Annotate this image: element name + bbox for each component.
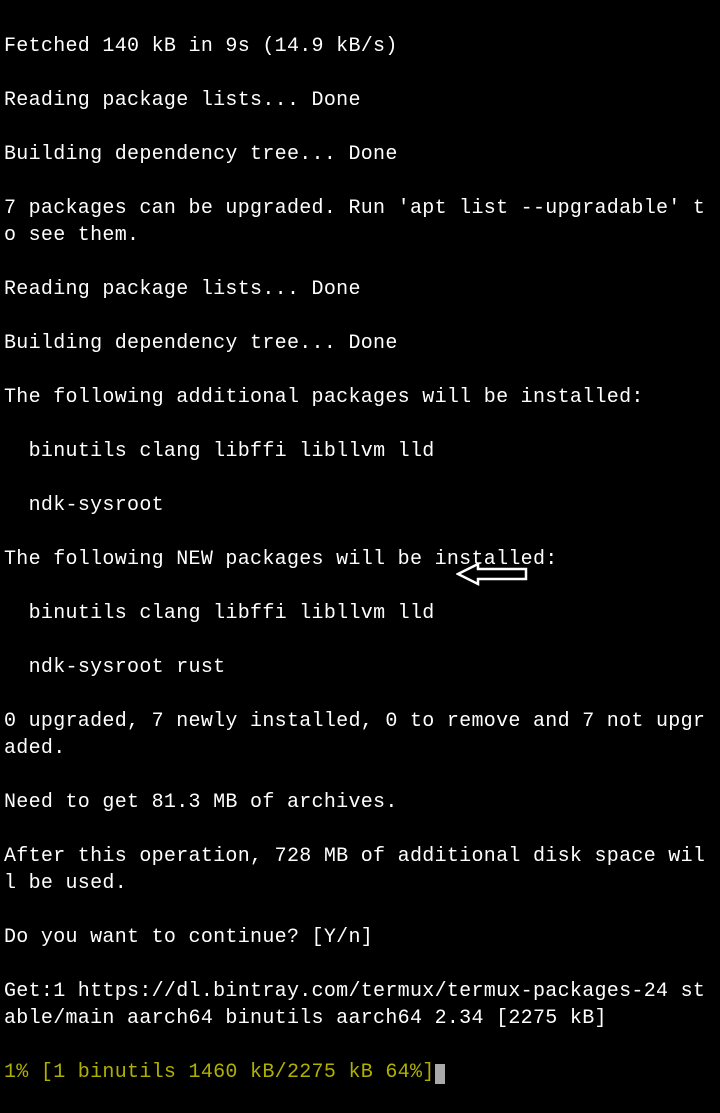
download-get-line: Get:1 https://dl.bintray.com/termux/term… — [4, 978, 716, 1032]
reading-lists-line-2: Reading package lists... Done — [4, 276, 716, 303]
new-packages-header: The following NEW packages will be insta… — [4, 546, 716, 573]
continue-prompt[interactable]: Do you want to continue? [Y/n] — [4, 924, 716, 951]
building-tree-line-2: Building dependency tree... Done — [4, 330, 716, 357]
additional-packages-list-2: ndk-sysroot — [4, 492, 716, 519]
new-packages-list-1: binutils clang libffi libllvm lld — [4, 600, 716, 627]
progress-text: 1% [1 binutils 1460 kB/2275 kB 64%] — [4, 1061, 435, 1084]
terminal-cursor — [435, 1064, 445, 1084]
fetch-status-line: Fetched 140 kB in 9s (14.9 kB/s) — [4, 33, 716, 60]
disk-space-line: After this operation, 728 MB of addition… — [4, 843, 716, 897]
additional-packages-header: The following additional packages will b… — [4, 384, 716, 411]
upgradable-info-line: 7 packages can be upgraded. Run 'apt lis… — [4, 195, 716, 249]
reading-lists-line: Reading package lists... Done — [4, 87, 716, 114]
additional-packages-list-1: binutils clang libffi libllvm lld — [4, 438, 716, 465]
upgrade-summary-line: 0 upgraded, 7 newly installed, 0 to remo… — [4, 708, 716, 762]
progress-line: 1% [1 binutils 1460 kB/2275 kB 64%] — [4, 1059, 716, 1086]
new-packages-list-2: ndk-sysroot rust — [4, 654, 716, 681]
download-size-line: Need to get 81.3 MB of archives. — [4, 789, 716, 816]
terminal-output[interactable]: Fetched 140 kB in 9s (14.9 kB/s) Reading… — [4, 6, 716, 1113]
building-tree-line: Building dependency tree... Done — [4, 141, 716, 168]
